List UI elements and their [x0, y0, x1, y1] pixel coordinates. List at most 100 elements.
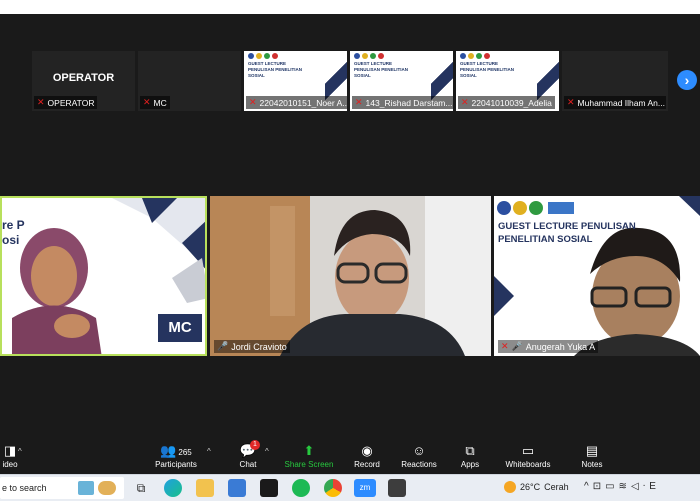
control-label: Notes — [581, 460, 603, 469]
control-label: Record — [354, 460, 380, 469]
chevron-up-icon[interactable]: ^ — [18, 447, 22, 456]
file-explorer-icon[interactable] — [196, 479, 214, 497]
video-tile-anugerah[interactable]: GUEST LECTURE PENULISAN PENELITIAN SOSIA… — [494, 196, 700, 356]
tile-label: ✕ Muhammad Ilham An... — [564, 96, 666, 109]
tile-label: ✕ 143_Rishad Darstam... — [352, 96, 453, 109]
whiteboard-icon: ▭ — [521, 443, 535, 458]
search-placeholder: e to search — [2, 483, 47, 493]
participants-button[interactable]: 👥 265 Participants — [150, 442, 202, 469]
record-icon: ◉ — [361, 443, 373, 458]
anugerah-slide-title: GUEST LECTURE PENULISAN PENELITIAN SOSIA… — [498, 221, 636, 245]
participant-tile-adelia[interactable]: GUEST LECTURE PENULISAN PENELITIAN SOSIA… — [456, 51, 559, 111]
share-screen-icon: ⬆ — [303, 443, 315, 458]
notes-icon: ▤ — [585, 443, 599, 458]
tray-app-icon: ⊡ — [592, 481, 606, 492]
windows-taskbar: e to search ⧉ zm 26°C Cerah ^⊡▭≋◁ᐧE — [0, 474, 700, 501]
tile-name: 22042010151_Noer A... — [259, 97, 347, 108]
participant-tile-noer[interactable]: GUEST LECTURE PENULISAN PENELITIAN SOSIA… — [244, 51, 347, 111]
control-label: Participants — [155, 460, 197, 469]
photos-icon[interactable] — [388, 479, 406, 497]
mc-slide-text: re P osi — [2, 218, 25, 247]
next-page-button[interactable]: › — [677, 70, 697, 90]
video-tile-jordi[interactable]: 🎤 Jordi Cravioto — [210, 196, 491, 356]
spotify-icon[interactable] — [292, 479, 310, 497]
participant-name: Anugerah Yuka A — [525, 341, 596, 352]
slide-title: GUEST LECTURE PENULISAN PENELITIAN SOSIA… — [460, 61, 515, 78]
window-top-bar — [0, 0, 700, 14]
apps-button[interactable]: ⧉ Apps — [458, 442, 482, 469]
slide-title: GUEST LECTURE PENULISAN PENELITIAN SOSIA… — [248, 61, 303, 78]
notes-button[interactable]: ▤ Notes — [580, 442, 604, 469]
video-button[interactable]: ◨ ideo — [0, 442, 20, 469]
mic-icon: 🎤 — [217, 341, 229, 351]
weather-widget[interactable]: 26°C Cerah — [504, 481, 569, 493]
control-label: ideo — [2, 460, 18, 469]
mic-icon: 🎤 — [511, 341, 523, 351]
muted-mic-icon: ✕ — [567, 97, 575, 107]
chevron-up-icon[interactable]: ^ — [265, 447, 269, 456]
control-label: Whiteboards — [505, 460, 551, 469]
muted-mic-icon: ✕ — [355, 97, 363, 107]
battery-icon: ▭ — [605, 481, 619, 492]
logo-row — [354, 53, 384, 59]
task-view-icon[interactable]: ⧉ — [132, 479, 150, 497]
logo-row — [460, 53, 490, 59]
control-label: Apps — [460, 460, 480, 469]
whiteboards-button[interactable]: ▭ Whiteboards — [504, 442, 552, 469]
muted-mic-icon: ✕ — [501, 341, 509, 351]
sun-icon — [504, 481, 516, 493]
tile-label: ✕ OPERATOR — [34, 96, 98, 109]
participant-tile-ilham[interactable]: ✕ Muhammad Ilham An... — [562, 51, 668, 111]
zoom-app-icon[interactable]: zm — [354, 479, 376, 497]
taskbar-search[interactable]: e to search — [0, 477, 124, 499]
control-label: Share Screen — [284, 460, 334, 469]
participant-tile-mc[interactable]: ✕ MC — [138, 51, 241, 111]
tray-text: E — [649, 481, 660, 492]
chrome-icon[interactable] — [324, 479, 342, 497]
record-button[interactable]: ◉ Record — [352, 442, 382, 469]
edge-browser-icon[interactable] — [164, 479, 182, 497]
control-label: Chat — [239, 460, 257, 469]
logo-row — [248, 53, 278, 59]
chevron-right-icon: › — [684, 72, 690, 88]
tile-label: ✕ MC — [140, 96, 170, 109]
muted-mic-icon: ✕ — [143, 97, 151, 107]
jordi-video-frame — [210, 196, 491, 356]
participant-tile-rishad[interactable]: GUEST LECTURE PENULISAN PENELITIAN SOSIA… — [350, 51, 453, 111]
participant-tile-operator[interactable]: OPERATOR ✕ OPERATOR — [32, 51, 135, 111]
weather-temp: 26°C — [520, 482, 541, 492]
muted-mic-icon: ✕ — [37, 97, 45, 107]
volume-icon: ◁ — [630, 481, 643, 492]
control-label: Reactions — [401, 460, 437, 469]
search-highlight-icon — [78, 481, 94, 495]
tile-name: 22041010039_Adelia — [471, 97, 552, 108]
muted-mic-icon: ✕ — [461, 97, 469, 107]
tile-name: 143_Rishad Darstam... — [365, 97, 453, 108]
tile-name: MC — [153, 97, 167, 108]
chevron-up-icon[interactable]: ^ — [207, 447, 211, 456]
share-screen-button[interactable]: ⬆ Share Screen — [284, 442, 334, 469]
video-label: ✕ 🎤 Anugerah Yuka A — [498, 340, 599, 353]
chevron-up-icon: ^ — [584, 481, 593, 492]
muted-mic-icon: ✕ — [249, 97, 257, 107]
store-icon[interactable] — [228, 479, 246, 497]
apps-icon: ⧉ — [465, 443, 475, 458]
weather-description: Cerah — [544, 482, 569, 492]
wifi-icon: ≋ — [618, 481, 631, 492]
smiley-icon: ☺ — [412, 443, 426, 458]
system-tray[interactable]: ^⊡▭≋◁ᐧE — [584, 481, 660, 492]
meeting-controls: ◨ ideo ^ 👥 265 Participants ^ 💬 Chat 1 ^ ⬆ Sh… — [0, 438, 700, 474]
participants-icon: 👥 265 — [160, 443, 192, 458]
slide-title: GUEST LECTURE PENULISAN PENELITIAN SOSIA… — [354, 61, 409, 78]
mc-badge: MC — [158, 314, 202, 342]
tile-label: ✕ 22042010151_Noer A... — [246, 96, 347, 109]
tile-name: Muhammad Ilham An... — [577, 97, 665, 108]
tile-label: ✕ 22041010039_Adelia — [458, 96, 555, 109]
reactions-button[interactable]: ☺ Reactions — [400, 442, 438, 469]
search-highlight-icon — [98, 481, 116, 495]
participants-count: 265 — [178, 448, 192, 457]
video-label: 🎤 Jordi Cravioto — [214, 340, 290, 353]
mail-icon[interactable] — [260, 479, 278, 497]
tile-name: OPERATOR — [47, 97, 95, 108]
participant-name: Jordi Cravioto — [231, 341, 287, 352]
